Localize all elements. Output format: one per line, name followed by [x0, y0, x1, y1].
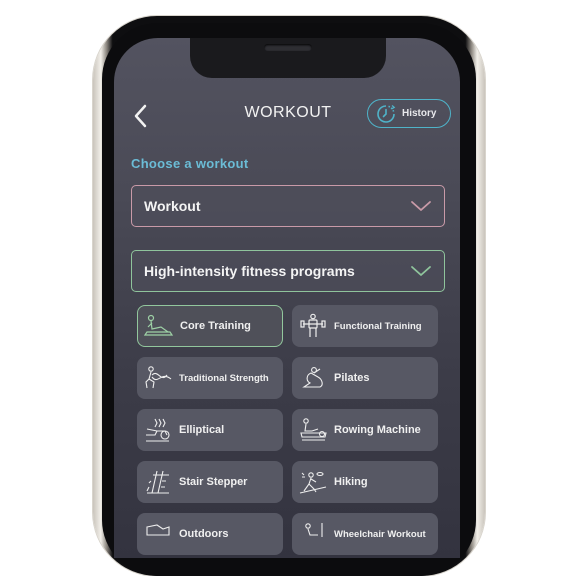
chevron-down-icon [411, 266, 431, 276]
workout-type-select[interactable]: Workout [131, 185, 445, 227]
section-label: Choose a workout [131, 156, 249, 171]
workout-label: Pilates [334, 372, 370, 384]
workout-card-hiking[interactable]: Hiking [292, 461, 438, 503]
workout-card-stair-stepper[interactable]: Stair Stepper [137, 461, 283, 503]
workout-card-pilates[interactable]: Pilates [292, 357, 438, 399]
workout-card-functional-training[interactable]: Functional Training [292, 305, 438, 347]
functional-training-icon [298, 312, 328, 340]
pilates-icon [298, 364, 328, 392]
workout-label: Stair Stepper [179, 476, 248, 488]
elliptical-icon [143, 416, 173, 444]
history-button[interactable]: History [367, 99, 451, 128]
workout-label: Hiking [334, 476, 368, 488]
program-category-select[interactable]: High-intensity fitness programs [131, 250, 445, 292]
rowing-machine-icon [298, 416, 328, 444]
program-category-value: High-intensity fitness programs [144, 263, 355, 279]
workout-type-value: Workout [144, 198, 201, 214]
hiking-icon [298, 468, 328, 496]
workout-label: Rowing Machine [334, 424, 421, 436]
workout-label: Outdoors [179, 528, 229, 540]
workout-label: Core Training [180, 320, 251, 332]
chevron-down-icon [411, 201, 431, 211]
workout-label: Traditional Strength [179, 372, 269, 384]
workout-card-rowing-machine[interactable]: Rowing Machine [292, 409, 438, 451]
workout-card-core-training[interactable]: Core Training [137, 305, 283, 347]
workout-card-elliptical[interactable]: Elliptical [137, 409, 283, 451]
workout-card-traditional-strength[interactable]: Traditional Strength [137, 357, 283, 399]
stair-stepper-icon [143, 468, 173, 496]
workout-label: Functional Training [334, 320, 422, 332]
workout-card-wheelchair-workout[interactable]: Wheelchair Workout [292, 513, 438, 555]
outdoor-icon [143, 520, 173, 548]
page-title: WORKOUT [244, 104, 332, 121]
chevron-left-icon [134, 104, 147, 128]
back-button[interactable] [132, 103, 152, 129]
wheelchair-icon [298, 520, 328, 548]
traditional-strength-icon [143, 364, 173, 392]
workout-card-outdoors[interactable]: Outdoors [137, 513, 283, 555]
history-label: History [402, 108, 437, 119]
workout-label: Elliptical [179, 424, 225, 436]
core-training-icon [144, 312, 174, 340]
workout-label: Wheelchair Workout [334, 528, 426, 540]
history-clock-icon [377, 104, 396, 123]
phone-speaker [264, 44, 312, 51]
